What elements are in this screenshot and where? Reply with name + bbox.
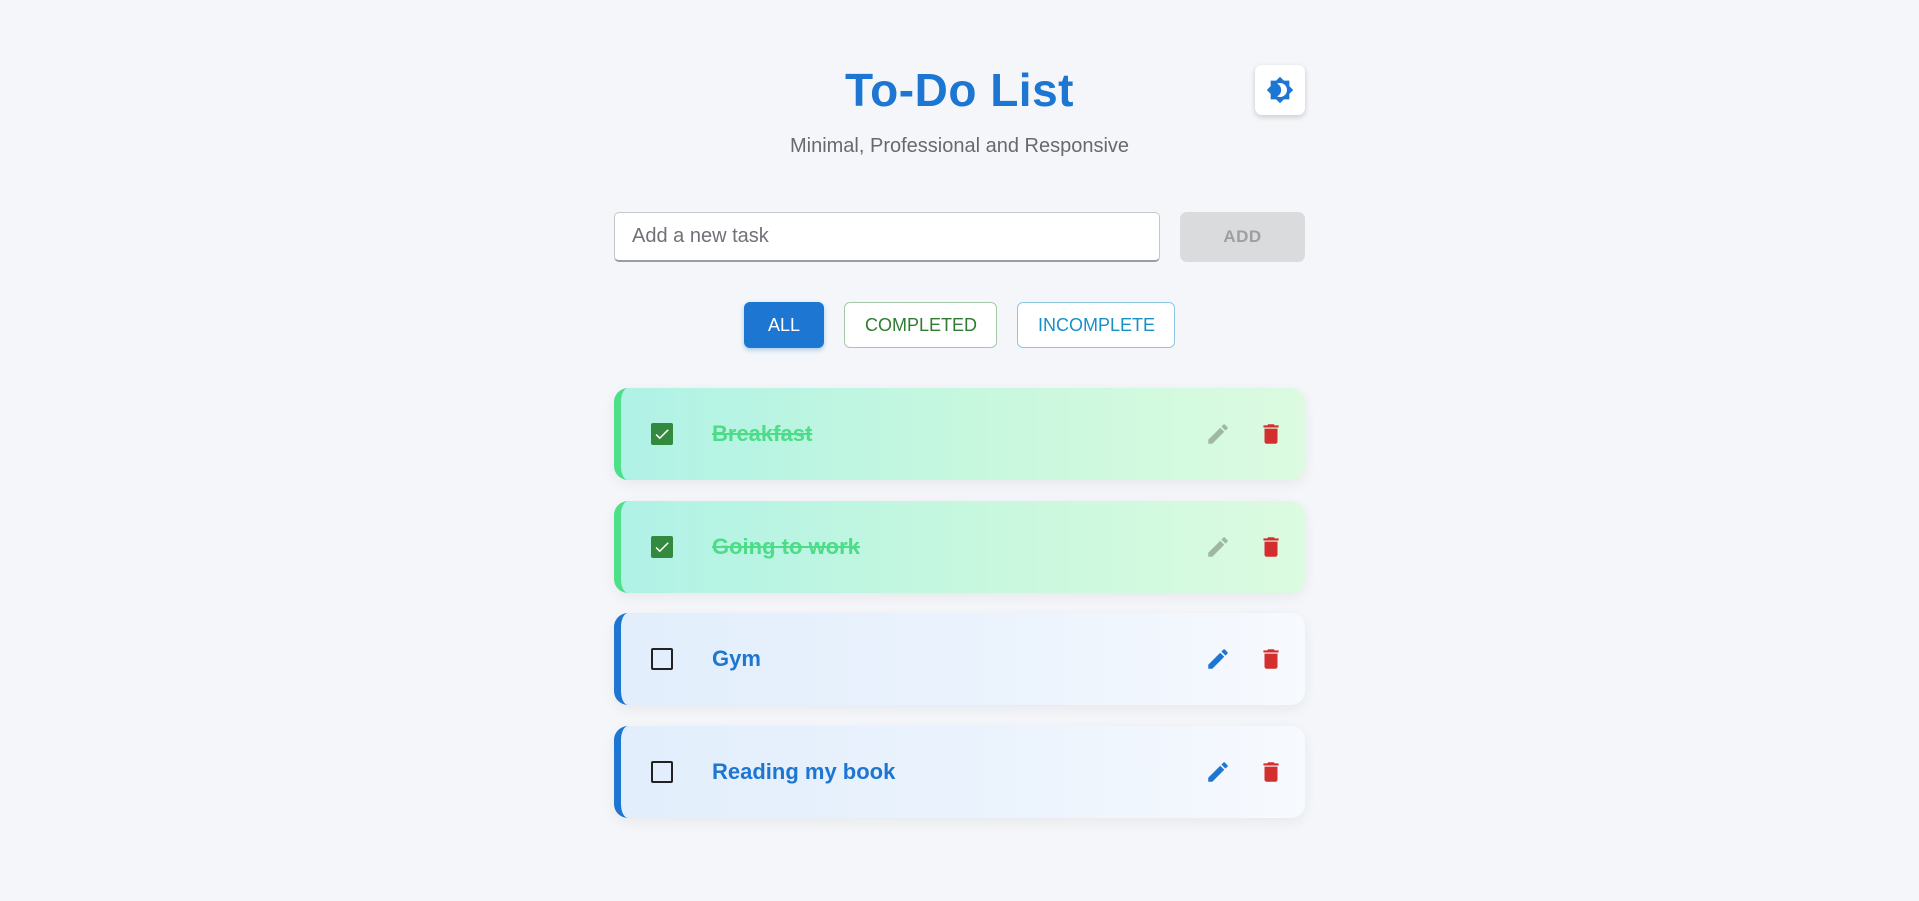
theme-toggle-button[interactable] xyxy=(1255,65,1305,115)
todo-app: To-Do List Minimal, Professional and Res… xyxy=(614,0,1305,901)
check-icon xyxy=(655,429,669,440)
task-item: Reading my book xyxy=(614,726,1305,818)
task-checkbox[interactable] xyxy=(651,761,673,783)
check-icon xyxy=(655,542,669,553)
filter-incomplete-button[interactable]: INCOMPLETE xyxy=(1017,302,1175,348)
task-label: Gym xyxy=(712,646,761,671)
page-subtitle: Minimal, Professional and Responsive xyxy=(789,135,1130,157)
task-label: Breakfast xyxy=(712,421,813,446)
edit-task-button[interactable] xyxy=(1205,646,1231,672)
task-item: Going to work xyxy=(614,501,1305,593)
edit-task-button[interactable] xyxy=(1205,534,1231,560)
page-title: To-Do List xyxy=(845,64,1074,116)
header: To-Do List Minimal, Professional and Res… xyxy=(614,62,1305,158)
pencil-icon xyxy=(1208,424,1228,444)
delete-task-button[interactable] xyxy=(1258,534,1284,560)
filter-completed-button[interactable]: COMPLETED xyxy=(844,302,997,348)
pencil-icon xyxy=(1208,537,1228,557)
add-task-row: ADD xyxy=(614,212,1305,262)
brightness-icon xyxy=(1266,76,1294,104)
task-label: Going to work xyxy=(712,534,860,559)
trash-icon xyxy=(1263,537,1279,557)
trash-icon xyxy=(1263,762,1279,782)
delete-task-button[interactable] xyxy=(1258,421,1284,447)
delete-task-button[interactable] xyxy=(1258,759,1284,785)
delete-task-button[interactable] xyxy=(1258,646,1284,672)
edit-task-button[interactable] xyxy=(1205,759,1231,785)
filter-all-button[interactable]: ALL xyxy=(744,302,824,348)
task-item: Breakfast xyxy=(614,388,1305,480)
task-checkbox[interactable] xyxy=(651,648,673,670)
task-checkbox[interactable] xyxy=(651,536,673,558)
task-label: Reading my book xyxy=(712,759,896,784)
trash-icon xyxy=(1263,649,1279,669)
new-task-input[interactable] xyxy=(614,212,1160,262)
task-item: Gym xyxy=(614,613,1305,705)
pencil-icon xyxy=(1208,649,1228,669)
add-task-button[interactable]: ADD xyxy=(1180,212,1305,262)
task-checkbox[interactable] xyxy=(651,423,673,445)
filter-bar: ALL COMPLETED INCOMPLETE xyxy=(614,302,1305,348)
pencil-icon xyxy=(1208,762,1228,782)
edit-task-button[interactable] xyxy=(1205,421,1231,447)
trash-icon xyxy=(1263,424,1279,444)
